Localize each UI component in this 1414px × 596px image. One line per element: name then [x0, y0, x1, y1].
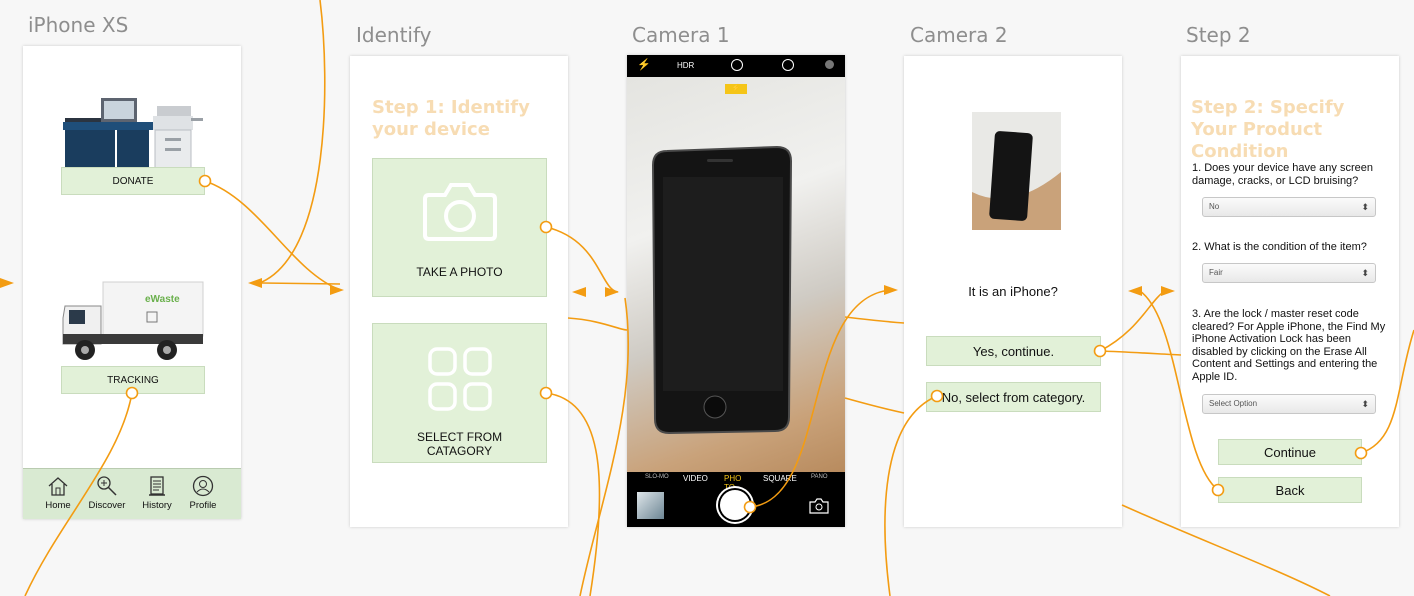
identification-question: It is an iPhone? [968, 284, 1058, 299]
hdr-label[interactable]: HDR [677, 61, 694, 70]
donate-illustration [63, 98, 203, 169]
tab-discover[interactable]: Discover [82, 475, 132, 511]
flash-badge: ⚡ [725, 84, 747, 94]
step2-heading: Step 2: Specify Your Product Condition [1191, 97, 1345, 162]
tab-profile-label: Profile [189, 500, 217, 511]
captured-photo-thumbnail [972, 112, 1061, 230]
camera-icon [422, 183, 497, 241]
take-photo-label: TAKE A PHOTO [416, 265, 503, 279]
arrowhead-identify [330, 285, 344, 295]
mode-slo-mo[interactable]: SLO-MO [645, 474, 669, 480]
artboard-title-step-2: Step 2 [1186, 23, 1251, 47]
artboard-title-identify: Identify [356, 23, 432, 47]
tab-bar: Home Discover History Profile [23, 468, 241, 519]
question-screen-damage: 1. Does your device have any screen dama… [1192, 162, 1373, 187]
link-top-to-home [261, 0, 326, 283]
tab-history[interactable]: History [132, 475, 182, 511]
camera-viewfinder: ⚡ [627, 77, 845, 472]
mode-square[interactable]: SQUARE [763, 474, 797, 483]
identify-heading: Step 1: Identify your device [372, 97, 530, 140]
tab-history-label: History [142, 500, 172, 511]
lock-reset-value: Select Option [1209, 399, 1258, 408]
continue-button[interactable]: Continue [1218, 439, 1362, 465]
tab-profile[interactable]: Profile [178, 475, 228, 511]
select-arrows-icon: ⬍ [1361, 202, 1369, 212]
switch-camera-icon[interactable] [808, 498, 830, 514]
select-arrows-icon: ⬍ [1361, 268, 1369, 278]
timer-icon[interactable] [782, 59, 794, 71]
camera-top-bar: ⚡ HDR [627, 55, 845, 77]
discover-icon [97, 476, 117, 496]
artboard-camera-2: It is an iPhone? Yes, continue. No, sele… [904, 56, 1122, 527]
home-icon [48, 477, 68, 496]
take-photo-button[interactable]: TAKE A PHOTO [372, 158, 547, 297]
artboard-title-camera-2: Camera 2 [910, 23, 1008, 47]
category-grid-icon [427, 347, 492, 411]
arrowhead-home [248, 278, 262, 288]
artboard-camera-1: ⚡ HDR ⚡ SLO-MO VIDEO PHOTO SQUARE PANO [627, 55, 845, 527]
back-button[interactable]: Back [1218, 477, 1362, 503]
question-lock-reset: 3. Are the lock / master reset code clea… [1192, 308, 1386, 383]
yes-continue-button[interactable]: Yes, continue. [926, 336, 1101, 366]
select-arrows-icon: ⬍ [1361, 399, 1369, 409]
flash-icon[interactable]: ⚡ [637, 58, 651, 71]
artboard-step-2: Step 2: Specify Your Product Condition 1… [1181, 56, 1399, 527]
artboard-title-camera-1: Camera 1 [632, 23, 730, 47]
live-photo-icon[interactable] [731, 59, 743, 71]
no-select-category-button[interactable]: No, select from category. [926, 382, 1101, 412]
iphone-subject-photo [651, 145, 793, 435]
select-category-button[interactable]: SELECT FROM CATAGORY [372, 323, 547, 463]
arrowhead-step2 [1161, 286, 1175, 296]
mode-pano[interactable]: PANO [811, 474, 828, 480]
link-camera-camera2 [844, 316, 905, 324]
link-home-identify [261, 282, 341, 285]
tab-discover-label: Discover [88, 500, 126, 511]
item-condition-value: Fair [1209, 268, 1223, 277]
select-category-label: SELECT FROM CATAGORY [416, 430, 503, 458]
mode-video[interactable]: VIDEO [683, 474, 708, 483]
item-condition-select[interactable]: Fair ⬍ [1202, 263, 1376, 283]
question-item-condition: 2. What is the condition of the item? [1192, 241, 1367, 253]
tracking-truck-illustration: eWaste [62, 281, 204, 360]
arrowhead-camera2 [884, 285, 898, 295]
photo-thumbnail[interactable] [637, 492, 664, 519]
shutter-button[interactable] [720, 490, 750, 520]
artboard-identify: Step 1: Identify your device TAKE A PHOT… [350, 56, 568, 527]
tab-home-label: Home [45, 500, 71, 511]
tab-home[interactable]: Home [33, 475, 83, 511]
artboard-iphone-xs: DONATE eWaste TRACKING Home Discover His… [23, 46, 241, 519]
tracking-button[interactable]: TRACKING [61, 366, 205, 394]
artboard-title-iphone-xs: iPhone XS [28, 13, 129, 37]
link-camera-offscreen [579, 297, 630, 596]
truck-logo-text: eWaste [145, 294, 180, 305]
history-icon [149, 476, 165, 496]
donate-button[interactable]: DONATE [61, 167, 205, 195]
screen-damage-value: No [1209, 202, 1220, 211]
arrowhead-camera [605, 287, 619, 297]
screen-damage-select[interactable]: No ⬍ [1202, 197, 1376, 217]
arrowhead-camera2-back [1128, 286, 1142, 296]
profile-icon [192, 475, 214, 497]
link-camera-camera2-b [844, 397, 905, 414]
filters-icon[interactable] [825, 60, 834, 69]
link-identify-camera [567, 317, 628, 331]
arrowhead-left-edge [0, 278, 14, 288]
camera-bottom-bar: SLO-MO VIDEO PHOTO SQUARE PANO [627, 472, 845, 527]
arrowhead-identify-back [572, 287, 586, 297]
lock-reset-select[interactable]: Select Option ⬍ [1202, 394, 1376, 414]
